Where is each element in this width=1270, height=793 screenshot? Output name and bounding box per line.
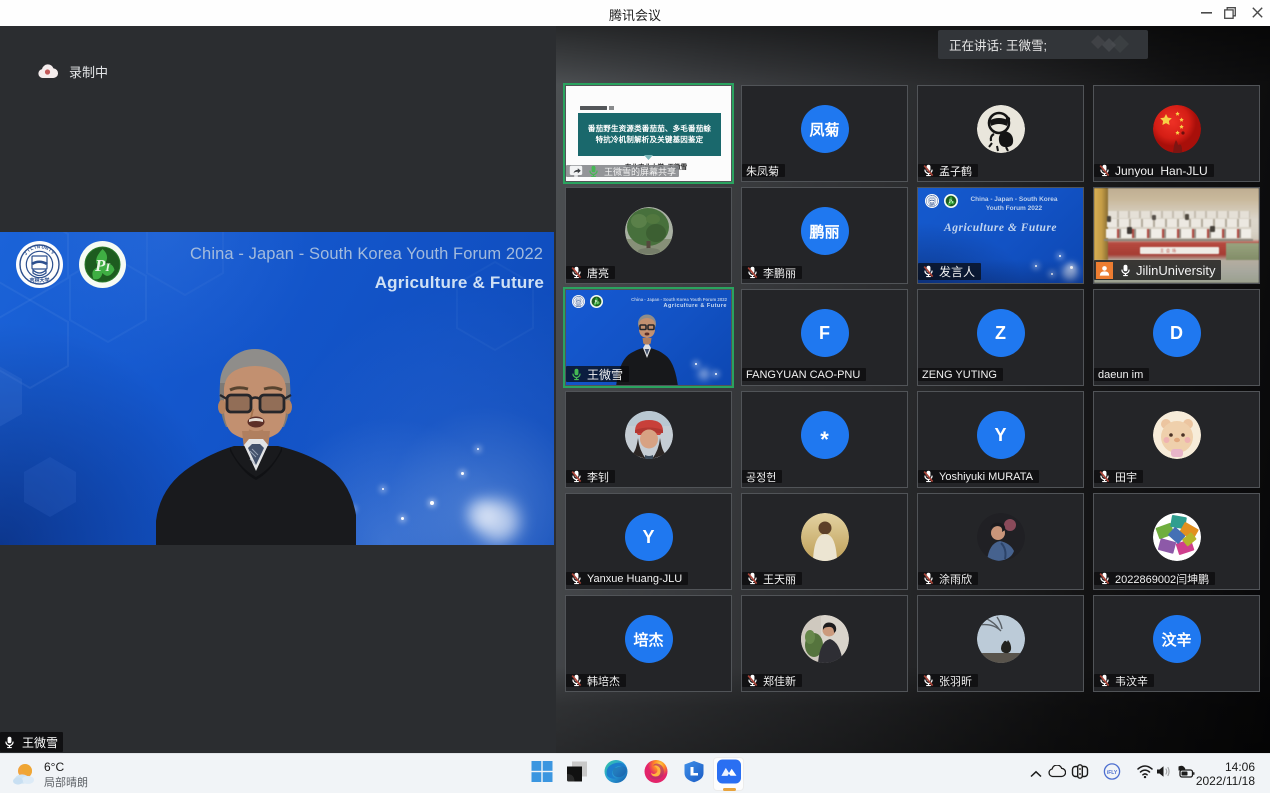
svg-text:iFLY: iFLY — [1107, 770, 1118, 776]
svg-text:吉林大学: 吉林大学 — [29, 277, 49, 284]
